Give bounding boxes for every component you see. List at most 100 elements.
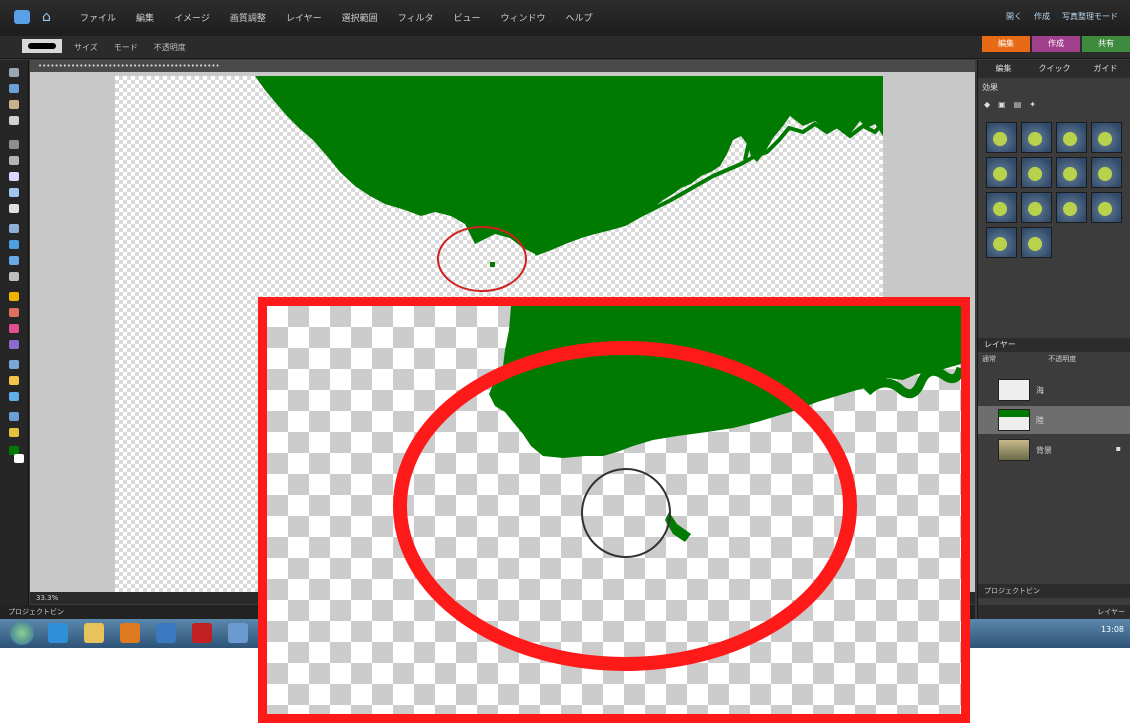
panel-tab-edit[interactable]: 編集 [978,60,1029,78]
effect-thumbnail[interactable] [1091,157,1122,188]
menu-select[interactable]: 選択範囲 [342,11,378,24]
app-icon[interactable] [228,623,248,643]
effect-thumbnail[interactable] [986,157,1017,188]
menu-file[interactable]: ファイル [80,11,116,24]
pdf-icon[interactable] [192,623,212,643]
menu-enhance[interactable]: 画質調整 [230,11,266,24]
land-mass [255,76,883,254]
crop-tool-icon[interactable] [9,224,19,233]
layers-options: 通常 不透明度 [982,354,1076,364]
effect-thumbnail[interactable] [1021,227,1052,258]
layer-name: 背景 [1036,446,1052,455]
clock[interactable]: 13:08 [1101,625,1124,634]
lasso-tool-icon[interactable] [9,156,19,165]
effect-thumbnail[interactable] [986,122,1017,153]
pencil-tool-icon[interactable] [9,292,19,301]
stray-pixel [490,262,495,267]
selection-brush-tool-icon[interactable] [9,188,19,197]
layer-opacity-label[interactable]: 不透明度 [1048,355,1076,363]
layer-row[interactable]: 海 [978,376,1130,404]
brush-opacity-option[interactable]: 不透明度 [154,42,186,53]
effect-thumbnail[interactable] [986,227,1017,258]
create-button[interactable]: 作成 [1034,11,1050,22]
style-icon[interactable]: ▣ [998,100,1006,109]
healing-tool-icon[interactable] [9,256,19,265]
layer-row[interactable]: 背景 ▪ [978,436,1130,464]
menu-help[interactable]: ヘルプ [565,11,592,24]
browser-icon[interactable] [48,623,68,643]
layer-name: 海 [1036,386,1044,395]
organizer-button[interactable]: 写真整理モード [1062,11,1118,22]
type-tool-icon[interactable] [9,204,19,213]
effect-thumbnail[interactable] [1091,122,1122,153]
menu-image[interactable]: イメージ [174,11,210,24]
zoom-inset [258,297,970,723]
brush-mode-option[interactable]: モード [114,42,138,53]
tab-edit[interactable]: 編集 [982,36,1030,52]
effect-thumbnail[interactable] [1021,157,1052,188]
red-eye-tool-icon[interactable] [9,240,19,249]
panel-tab-quick[interactable]: クイック [1029,60,1080,78]
menu-view[interactable]: ビュー [453,11,480,24]
sponge-tool-icon[interactable] [9,428,19,437]
paint-bucket-tool-icon[interactable] [9,360,19,369]
panel-footer[interactable]: プロジェクトビン [978,584,1130,598]
smart-brush-tool-icon[interactable] [9,340,19,349]
brush-size-option[interactable]: サイズ [74,42,98,53]
marquee-tool-icon[interactable] [9,140,19,149]
filter-icon[interactable]: ◆ [984,100,990,109]
brush-tool-icon[interactable] [9,324,19,333]
zoom-tool-icon[interactable] [9,84,19,93]
photo-effect-icon[interactable]: ▤ [1014,100,1022,109]
background-color-swatch[interactable] [14,454,24,463]
start-button[interactable] [10,621,34,645]
media-player-icon[interactable] [120,623,140,643]
effect-thumbnail[interactable] [1056,157,1087,188]
effect-thumbnail[interactable] [1021,122,1052,153]
panel-tabs: 編集 クイック ガイド [978,60,1130,78]
layer-row[interactable]: 陸 [978,406,1130,434]
blend-mode-select[interactable]: 通常 [982,355,996,363]
shape-tool-icon[interactable] [9,392,19,401]
clone-stamp-tool-icon[interactable] [9,272,19,281]
layer-thumbnail [998,439,1030,461]
folder-icon[interactable] [84,623,104,643]
menu-layer[interactable]: レイヤー [286,11,322,24]
layers-panel-header[interactable]: レイヤー [978,338,1130,352]
effect-thumbnail[interactable] [1056,122,1087,153]
effect-thumbnail[interactable] [986,192,1017,223]
zoom-level: 33.3% [36,594,59,602]
panel-tab-guide[interactable]: ガイド [1080,60,1130,78]
menu-filter[interactable]: フィルタ [398,11,434,24]
magic-wand-tool-icon[interactable] [9,172,19,181]
menu-window[interactable]: ウィンドウ [500,11,545,24]
effect-thumbnail[interactable] [1091,192,1122,223]
hand-tool-icon[interactable] [9,100,19,109]
effect-thumbnails [986,122,1126,258]
menu-edit[interactable]: 編集 [136,11,154,24]
gradient-tool-icon[interactable] [9,376,19,385]
tab-share[interactable]: 共有 [1082,36,1130,52]
panel-footer-secondary[interactable]: レイヤー [978,605,1130,619]
layer-lock-icon: ▪ [1115,444,1121,453]
blur-tool-icon[interactable] [9,412,19,421]
brush-preset-picker[interactable] [22,39,62,53]
system-tray: 13:08 [1101,625,1124,634]
all-effects-icon[interactable]: ✦ [1029,100,1036,109]
right-panel: 編集 クイック ガイド 効果 ◆ ▣ ▤ ✦ レイヤー 通常 不透明度 海 陸 … [977,60,1130,619]
panel-footer-label: プロジェクトビン [984,587,1040,595]
eyedropper-tool-icon[interactable] [9,116,19,125]
document-title-text: ••••••••••••••••••••••••••••••••••••••••… [38,62,220,70]
effect-thumbnail[interactable] [1021,192,1052,223]
tools-panel [0,60,29,605]
effect-thumbnail[interactable] [1056,192,1087,223]
eraser-tool-icon[interactable] [9,308,19,317]
home-icon[interactable]: ⌂ [42,9,51,25]
menu-bar: ⌂ ファイル 編集 イメージ 画質調整 レイヤー 選択範囲 フィルタ ビュー ウ… [0,0,1130,36]
menubar-right: 開く 作成 写真整理モード [1006,11,1118,22]
move-tool-icon[interactable] [9,68,19,77]
document-title-bar: ••••••••••••••••••••••••••••••••••••••••… [30,60,975,72]
photo-editor-taskbar-icon[interactable] [156,623,176,643]
tab-create[interactable]: 作成 [1032,36,1080,52]
open-button[interactable]: 開く [1006,11,1022,22]
